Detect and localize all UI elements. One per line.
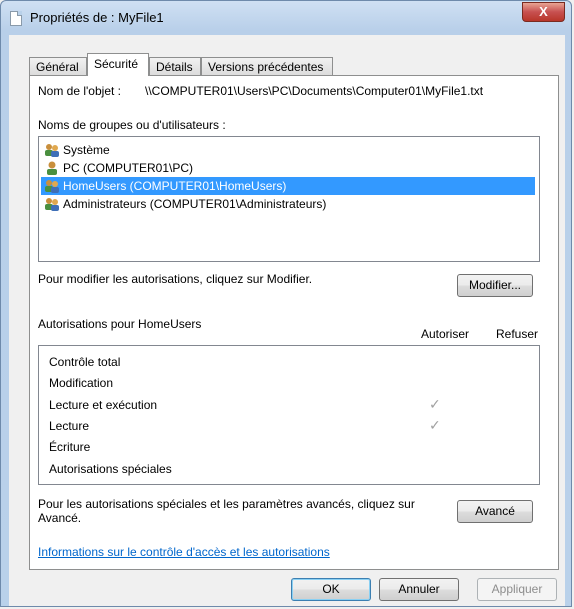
object-name-label: Nom de l'objet : (38, 84, 121, 98)
close-button[interactable]: X (522, 2, 565, 22)
allow-check-lecture-icon: ✓ (429, 417, 441, 433)
allow-column-header: Autoriser (421, 327, 470, 341)
list-item-label: HomeUsers (COMPUTER01\HomeUsers) (63, 179, 287, 193)
list-item-label: Administrateurs (COMPUTER01\Administrate… (63, 197, 327, 211)
object-name-value: \\COMPUTER01\Users\PC\Documents\Computer… (145, 84, 484, 98)
list-item-administrateurs[interactable]: Administrateurs (COMPUTER01\Administrate… (41, 195, 535, 213)
allow-check-lecture-execution-icon: ✓ (429, 396, 441, 412)
user-icon (47, 161, 57, 175)
permission-row: Écriture (49, 440, 91, 454)
modify-hint: Pour modifier les autorisations, cliquez… (38, 272, 313, 286)
title-bar[interactable]: Propriétés de : MyFile1 X (1, 1, 571, 35)
permissions-listbox[interactable]: Contrôle total Modification Lecture et e… (38, 345, 540, 485)
close-icon: X (539, 4, 548, 19)
group-icon (45, 198, 59, 211)
list-item-pc[interactable]: PC (COMPUTER01\PC) (41, 159, 535, 177)
permission-row: Modification (49, 376, 114, 390)
list-item-homeusers[interactable]: HomeUsers (COMPUTER01\HomeUsers) (41, 177, 535, 195)
tab-details[interactable]: Détails (149, 57, 201, 75)
deny-column-header: Refuser (496, 327, 539, 341)
tab-previous-versions[interactable]: Versions précédentes (201, 57, 333, 75)
access-control-info-link[interactable]: Informations sur le contrôle d'accès et … (38, 545, 330, 559)
group-icon (45, 180, 59, 193)
tab-security[interactable]: Sécurité (87, 53, 149, 76)
permission-row: Autorisations spéciales (49, 462, 172, 476)
window-title: Propriétés de : MyFile1 (30, 10, 164, 25)
advanced-hint-line2: Avancé. (38, 511, 82, 525)
advanced-button[interactable]: Avancé (457, 500, 533, 523)
permission-row: Lecture et exécution (49, 398, 158, 412)
security-panel: Nom de l'objet : \\COMPUTER01\Users\PC\D… (29, 75, 559, 570)
list-item-systeme[interactable]: Système (41, 141, 535, 159)
group-icon (45, 144, 59, 157)
list-item-label: PC (COMPUTER01\PC) (63, 161, 194, 175)
permissions-title: Autorisations pour HomeUsers (38, 317, 202, 331)
advanced-hint-line1: Pour les autorisations spéciales et les … (38, 497, 415, 511)
cancel-button[interactable]: Annuler (379, 578, 459, 601)
permission-row: Contrôle total (49, 355, 121, 369)
modify-button[interactable]: Modifier... (457, 274, 533, 297)
apply-button[interactable]: Appliquer (477, 578, 557, 601)
permission-row: Lecture (49, 419, 90, 433)
ok-button[interactable]: OK (291, 578, 371, 601)
dialog-client: Général Sécurité Détails Versions précéd… (9, 35, 565, 606)
properties-window: Propriétés de : MyFile1 X Général Sécuri… (0, 0, 572, 607)
groups-listbox[interactable]: Système PC (COMPUTER01\PC) HomeUsers (CO… (38, 136, 540, 262)
file-icon (10, 11, 22, 26)
groups-label: Noms de groupes ou d'utilisateurs : (38, 118, 226, 132)
list-item-label: Système (63, 143, 110, 157)
tab-general[interactable]: Général (29, 57, 87, 75)
